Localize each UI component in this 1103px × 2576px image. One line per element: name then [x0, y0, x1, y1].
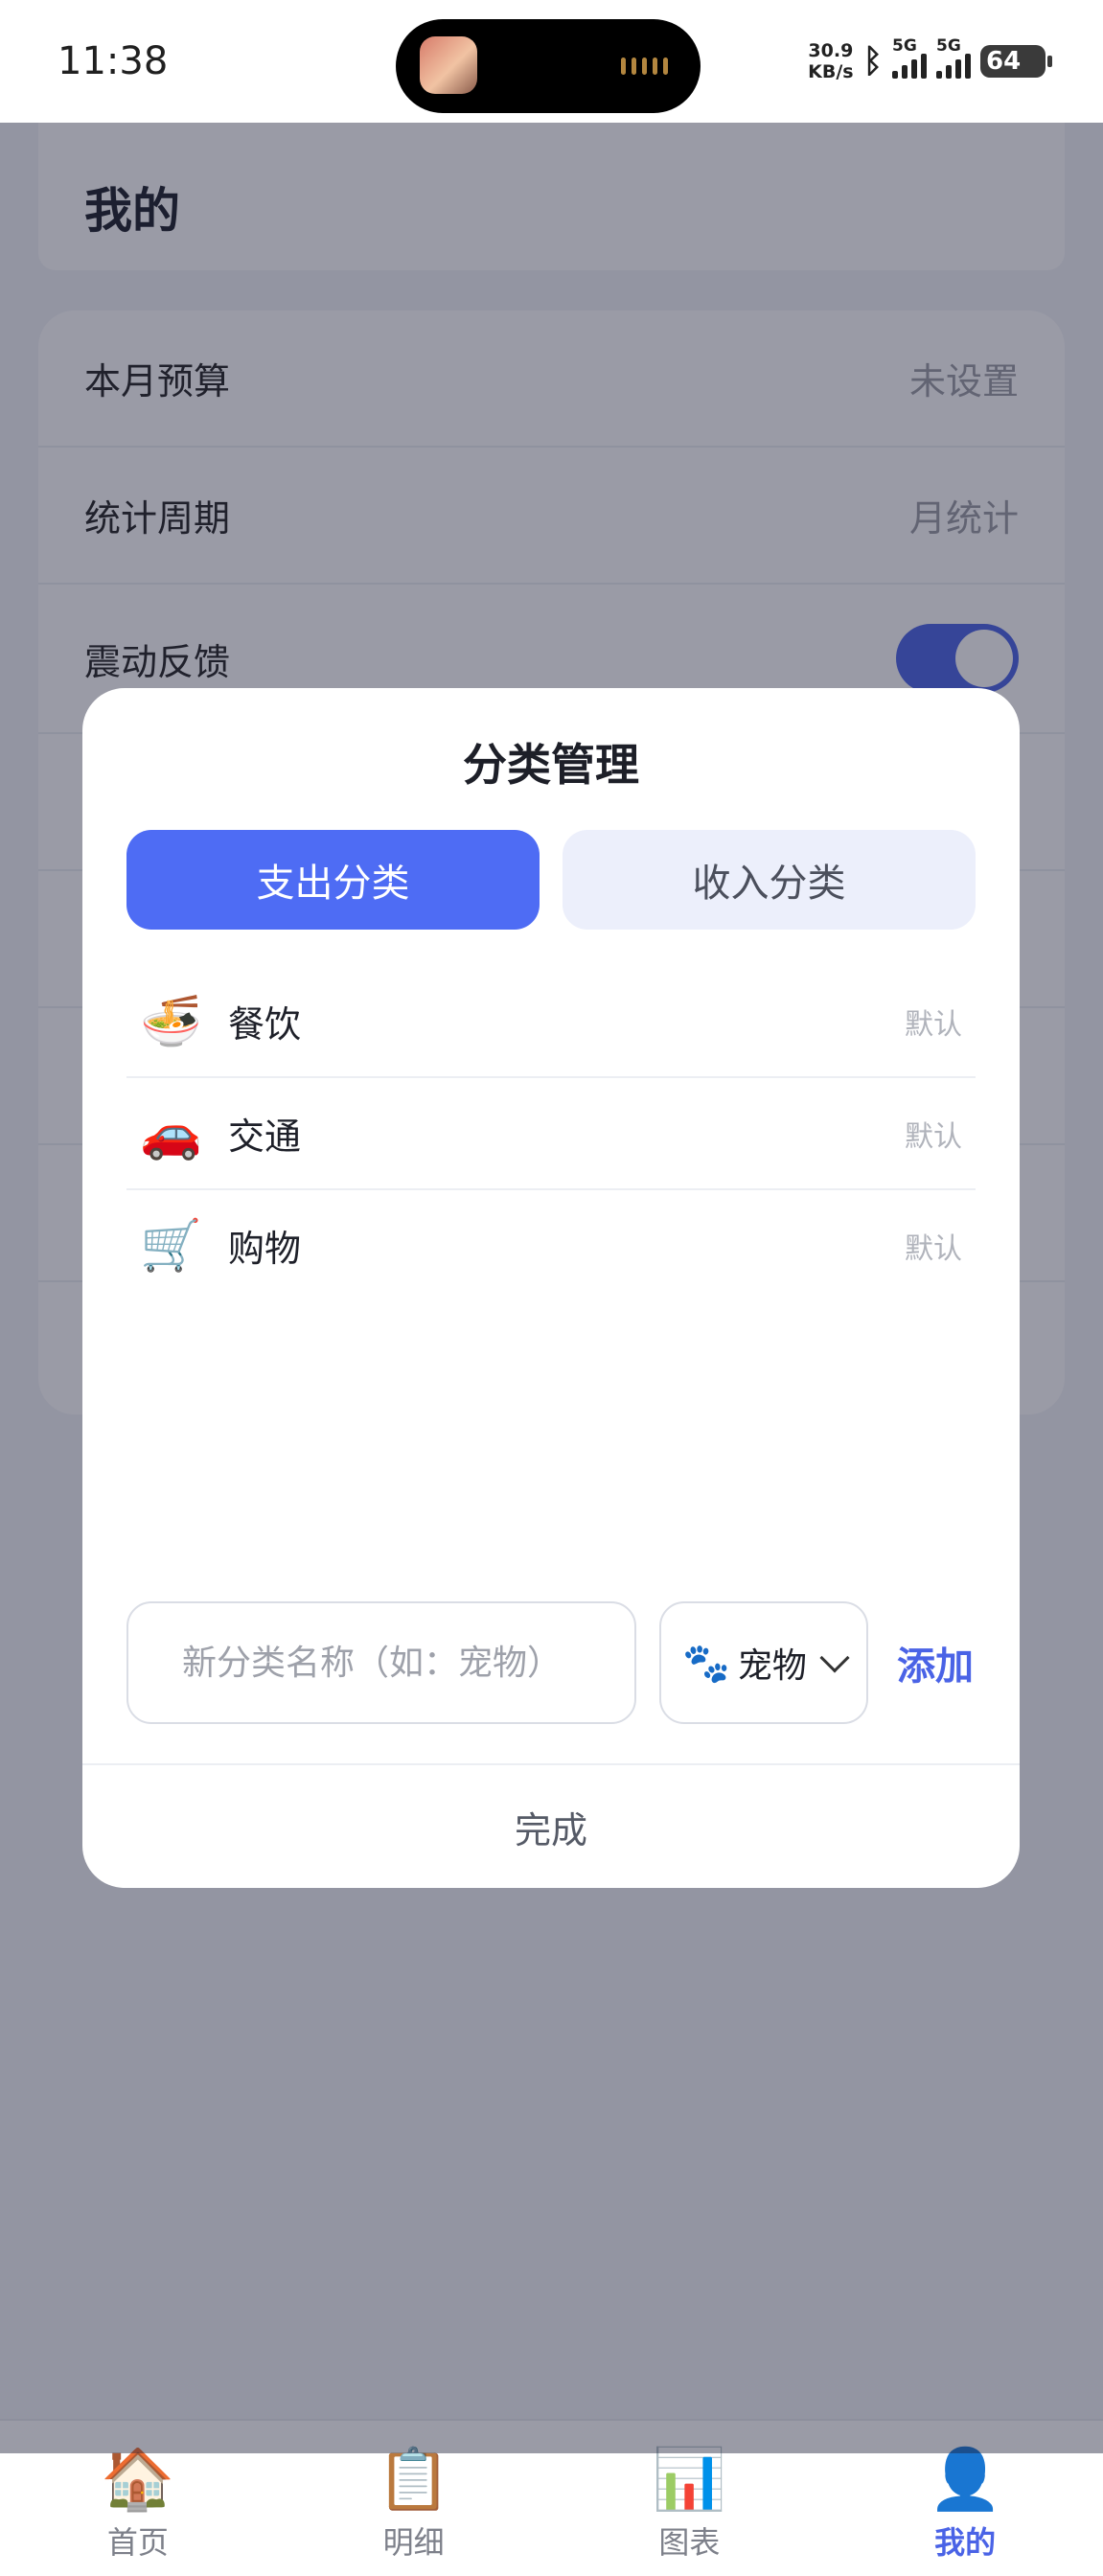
audio-wave-icon: [621, 58, 668, 75]
list-item[interactable]: 🍜 餐饮 默认: [126, 966, 976, 1078]
list-item[interactable]: 🛒 购物 默认: [126, 1190, 976, 1298]
category-type-switch: 支出分类 收入分类: [126, 830, 976, 930]
tab-label: 图表: [658, 2524, 721, 2561]
status-time: 11:38: [57, 39, 169, 83]
signal-sim2-icon: 5G: [936, 36, 971, 79]
add-category-row: 🐾 宠物 添加: [126, 1601, 976, 1724]
paw-icon: 🐾: [682, 1641, 730, 1686]
media-thumbnail: [420, 36, 477, 94]
tab-label: 明细: [382, 2524, 445, 2561]
bar-chart-icon: 📊: [652, 2444, 726, 2514]
car-icon: 🚗: [140, 1104, 202, 1162]
category-name: 购物: [228, 1228, 302, 1270]
clipboard-icon: 📋: [377, 2444, 451, 2514]
battery-icon: 64: [980, 45, 1052, 78]
bluetooth-icon: ᛒ: [862, 42, 883, 80]
category-name: 餐饮: [228, 1003, 302, 1046]
dynamic-island[interactable]: [396, 19, 701, 113]
category-list[interactable]: 🍜 餐饮 默认 🚗 交通 默认 🛒 购物 默认 🏠 居住 默认 🎮 娱乐 默认 …: [126, 966, 976, 1298]
tab-label: 我的: [934, 2524, 997, 2561]
home-icon: 🏠: [101, 2444, 175, 2514]
status-icons: 30.9 KB/s ᛒ 5G 5G 64: [808, 36, 1052, 82]
chevron-down-icon: [819, 1643, 850, 1673]
default-tag: 默认: [905, 1231, 962, 1266]
category-icon-select[interactable]: 🐾 宠物: [659, 1601, 868, 1724]
default-tag: 默认: [905, 1119, 962, 1154]
shopping-cart-icon: 🛒: [140, 1216, 202, 1275]
status-bar: 11:38 30.9 KB/s ᛒ 5G 5G 64: [0, 0, 1103, 123]
category-name: 交通: [228, 1116, 302, 1158]
default-tag: 默认: [905, 1007, 962, 1042]
tab-income-categories[interactable]: 收入分类: [563, 830, 976, 930]
selected-icon-label: 宠物: [737, 1646, 807, 1686]
list-item[interactable]: 🚗 交通 默认: [126, 1078, 976, 1190]
new-category-name-input[interactable]: [126, 1601, 636, 1724]
tab-expense-categories[interactable]: 支出分类: [126, 830, 540, 930]
add-category-button[interactable]: 添加: [897, 1635, 974, 1690]
signal-sim1-icon: 5G: [892, 36, 927, 79]
done-button[interactable]: 完成: [82, 1763, 1020, 1888]
dialog-title: 分类管理: [463, 739, 639, 791]
tab-label: 首页: [106, 2524, 169, 2561]
noodles-icon: 🍜: [140, 992, 202, 1050]
network-speed: 30.9 KB/s: [808, 40, 854, 82]
category-management-dialog: 分类管理 支出分类 收入分类 🍜 餐饮 默认 🚗 交通 默认 🛒 购物 默认 🏠…: [82, 688, 1020, 1888]
user-icon: 👤: [928, 2444, 1002, 2514]
